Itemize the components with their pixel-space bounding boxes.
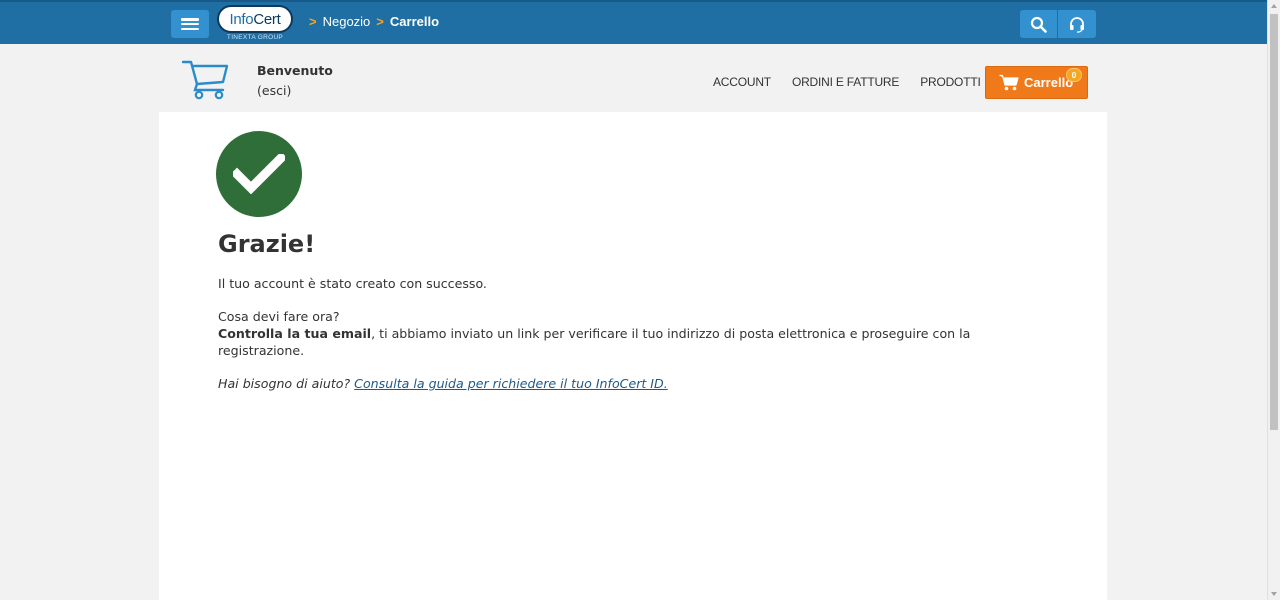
next-steps-question: Cosa devi fare ora?: [218, 309, 340, 324]
shop-header: Benvenuto (esci) ACCOUNT ORDINI E FATTUR…: [0, 44, 1267, 112]
logo-text: InfoCert: [229, 10, 281, 28]
headset-icon: [1070, 17, 1084, 33]
account-created-text: Il tuo account è stato creato con succes…: [218, 276, 487, 291]
cart-icon: [999, 74, 1019, 91]
vertical-scrollbar[interactable]: [1267, 0, 1280, 600]
nav-item-prodotti-label: PRODOTTI: [920, 75, 981, 89]
welcome-text: Benvenuto: [257, 63, 333, 78]
logout-paren-close: ): [286, 83, 292, 98]
top-actions: [1020, 10, 1096, 38]
breadcrumb-separator: >: [376, 14, 384, 29]
confirmation-card: Grazie! Il tuo account è stato creato co…: [159, 112, 1107, 600]
main-nav: ACCOUNT ORDINI E FATTURE PRODOTTI: [713, 75, 1012, 89]
search-button[interactable]: [1020, 10, 1058, 38]
menu-icon: [181, 18, 199, 30]
infocert-logo[interactable]: InfoCert TINEXTA GROUP: [217, 5, 293, 43]
top-navbar: InfoCert TINEXTA GROUP > Negozio > Carre…: [0, 0, 1267, 44]
breadcrumb-separator: >: [309, 14, 317, 29]
logo-pill: InfoCert: [217, 5, 293, 33]
support-button[interactable]: [1058, 10, 1096, 38]
help-paragraph: Hai bisogno di aiuto? Consulta la guida …: [218, 375, 978, 392]
check-email-bold: Controlla la tua email: [218, 326, 372, 341]
help-text: Hai bisogno di aiuto?: [218, 376, 355, 391]
logout-link[interactable]: esci: [262, 83, 287, 98]
logo-subtitle: TINEXTA GROUP: [226, 34, 284, 41]
nav-item-ordini-fatture[interactable]: ORDINI E FATTURE: [792, 75, 899, 89]
shopping-cart-icon: [181, 60, 229, 100]
search-icon: [1030, 16, 1047, 33]
scroll-down-arrow-icon[interactable]: [1271, 592, 1277, 596]
help-guide-link[interactable]: Consulta la guida per richiedere il tuo …: [354, 376, 668, 391]
breadcrumb-item-negozio[interactable]: Negozio: [323, 14, 371, 29]
menu-button[interactable]: [171, 10, 209, 38]
success-check-icon: [216, 131, 302, 217]
checkmark-icon: [233, 154, 285, 194]
logout-wrapper: (esci): [257, 83, 333, 98]
breadcrumb-item-carrello: Carrello: [389, 14, 440, 29]
welcome-block: Benvenuto (esci): [257, 63, 333, 98]
scroll-up-arrow-icon[interactable]: [1271, 4, 1277, 8]
confirmation-message: Il tuo account è stato creato con succes…: [218, 275, 978, 408]
next-steps-paragraph: Cosa devi fare ora? Controlla la tua emai…: [218, 308, 978, 359]
nav-item-prodotti[interactable]: PRODOTTI: [920, 75, 991, 89]
page-title: Grazie!: [218, 230, 316, 258]
scrollbar-thumb[interactable]: [1270, 14, 1278, 430]
cart-count-badge: 0: [1066, 68, 1082, 82]
breadcrumb: > Negozio > Carrello: [309, 14, 439, 29]
cart-button[interactable]: Carrello 0: [985, 66, 1088, 99]
nav-item-account[interactable]: ACCOUNT: [713, 75, 771, 89]
